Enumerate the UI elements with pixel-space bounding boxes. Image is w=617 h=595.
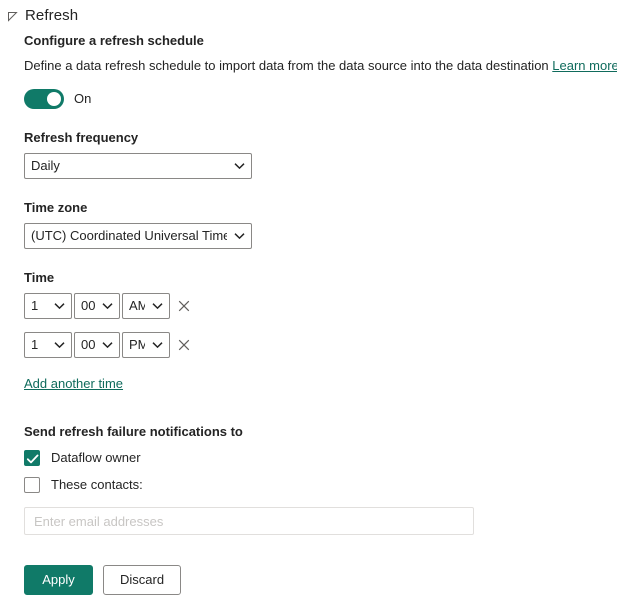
toggle-knob [47,92,61,106]
time-hour-select[interactable]: 1 [24,332,72,358]
refresh-schedule-toggle[interactable] [24,89,64,109]
time-meridiem-select-wrap: PM [122,332,170,358]
timezone-select-wrap: (UTC) Coordinated Universal Time [24,223,252,249]
time-minute-select[interactable]: 00 [74,293,120,319]
these-contacts-checkbox[interactable] [24,477,40,493]
timezone-block: Time zone (UTC) Coordinated Universal Ti… [24,199,607,249]
schedule-description: Define a data refresh schedule to import… [24,57,617,75]
panel-body: Configure a refresh schedule Define a da… [0,27,617,595]
time-block: Time 1 00 AM 1 00 PM Add another time [24,269,607,393]
close-x-icon [178,339,190,351]
dataflow-owner-row[interactable]: Dataflow owner [24,449,607,467]
email-addresses-input[interactable] [24,507,474,535]
page-title: Refresh [25,7,79,24]
refresh-frequency-select-wrap: Daily [24,153,252,179]
close-x-icon [178,300,190,312]
refresh-frequency-select[interactable]: Daily [24,153,252,179]
these-contacts-label: These contacts: [51,477,143,492]
notifications-block: Send refresh failure notifications to Da… [24,423,607,535]
dataflow-owner-label: Dataflow owner [51,450,141,465]
remove-time-button[interactable] [177,299,191,313]
remove-time-button[interactable] [177,338,191,352]
timezone-select[interactable]: (UTC) Coordinated Universal Time [24,223,252,249]
apply-button[interactable]: Apply [24,565,93,595]
time-label: Time [24,270,55,285]
schedule-description-text: Define a data refresh schedule to import… [24,58,549,73]
time-minute-select-wrap: 00 [74,332,120,358]
time-meridiem-select[interactable]: PM [122,332,170,358]
dataflow-owner-checkbox[interactable] [24,450,40,466]
refresh-frequency-label: Refresh frequency [24,130,139,145]
add-another-time-link[interactable]: Add another time [24,375,123,393]
these-contacts-row[interactable]: These contacts: [24,476,607,494]
time-meridiem-select[interactable]: AM [122,293,170,319]
time-row: 1 00 AM [24,293,607,319]
panel-header: Refresh [0,0,617,27]
time-minute-select[interactable]: 00 [74,332,120,358]
time-row: 1 00 PM [24,332,607,358]
collapse-triangle-icon[interactable] [6,10,19,23]
checkmark-icon [26,454,39,464]
footer-actions: Apply Discard [24,565,607,595]
refresh-toggle-row: On [24,89,607,109]
refresh-frequency-block: Refresh frequency Daily [24,129,607,179]
time-hour-select[interactable]: 1 [24,293,72,319]
configure-schedule-heading: Configure a refresh schedule [24,33,204,48]
timezone-label: Time zone [24,200,88,215]
time-meridiem-select-wrap: AM [122,293,170,319]
time-hour-select-wrap: 1 [24,293,72,319]
learn-more-link[interactable]: Learn more [552,58,617,73]
discard-button[interactable]: Discard [103,565,182,595]
time-hour-select-wrap: 1 [24,332,72,358]
time-minute-select-wrap: 00 [74,293,120,319]
notifications-heading: Send refresh failure notifications to [24,424,243,439]
toggle-state-label: On [74,91,92,106]
